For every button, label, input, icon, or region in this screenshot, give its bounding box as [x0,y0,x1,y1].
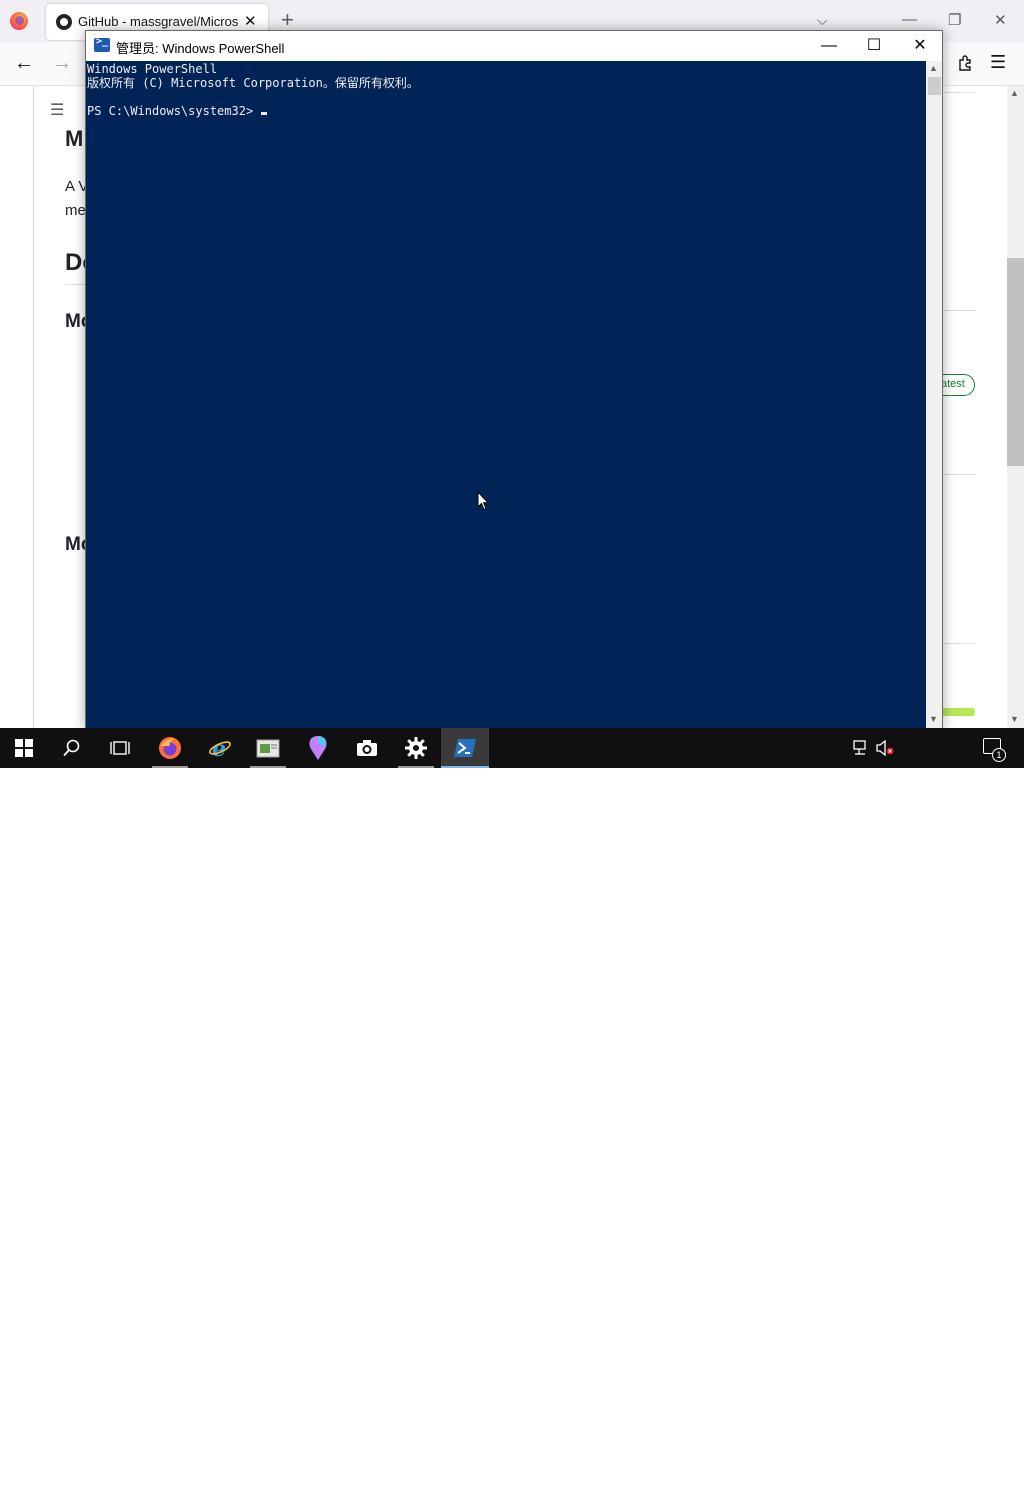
powershell-icon [454,739,476,757]
taskbar-camera[interactable] [343,728,391,768]
clock-date: 2023/5/5 [911,1477,959,1491]
powershell-close-button[interactable]: ✕ [897,34,943,58]
browser-close-button[interactable]: ✕ [994,11,1007,29]
console-line: Windows PowerShell [87,62,218,76]
tab-title: GitHub - massgravel/Microsoft-Activation… [78,14,238,29]
readme-paragraph-line-2: me [65,202,86,219]
taskbar-firefox[interactable] [146,728,194,768]
start-button[interactable] [0,728,48,768]
powershell-icon [94,36,110,52]
language-bar [942,708,975,716]
search-icon [63,739,80,757]
windows-taskbar: e 11:46 2023/5/5 [0,728,1024,1491]
powershell-scrollbar[interactable] [926,61,942,728]
extensions-icon[interactable] [956,54,974,72]
powershell-minimize-button[interactable]: — [806,34,852,58]
system-clock[interactable]: 11:46 2023/5/5 [905,1459,965,1493]
table-of-contents-icon[interactable]: ☰ [50,100,64,120]
search-button[interactable] [48,728,96,768]
text-cursor [261,112,268,115]
console-prompt-line[interactable]: PS C:\Windows\system32> [87,104,268,118]
explorer-icon [256,739,280,758]
powershell-titlebar[interactable]: 管理员: Windows PowerShell — ☐ ✕ [86,31,942,61]
console-prompt: PS C:\Windows\system32> [87,104,261,118]
page-scroll-up-icon[interactable]: ▲ [1010,88,1019,98]
svg-text:e: e [212,736,226,760]
powershell-maximize-button[interactable]: ☐ [851,34,897,58]
task-view-icon [110,741,130,755]
gear-icon [405,737,427,759]
tab-close-icon[interactable]: ✕ [244,12,257,30]
sidebar-rule [944,92,976,93]
powershell-console[interactable]: Windows PowerShell 版权所有 (C) Microsoft Co… [86,61,926,728]
powershell-scrollbar-thumb[interactable] [928,77,941,95]
console-line: 版权所有 (C) Microsoft Corporation。保留所有权利。 [87,76,419,90]
tab-list-chevron-icon[interactable]: ⌵ [817,12,828,29]
taskbar-paint-3d[interactable] [294,728,342,768]
menu-hamburger-icon[interactable]: ☰ [990,52,1006,73]
powershell-scroll-down-icon[interactable]: ▼ [929,714,938,724]
task-view-button[interactable] [96,728,144,768]
forward-arrow-icon[interactable]: → [52,52,72,75]
sidebar-rule [944,310,976,311]
network-icon[interactable] [853,740,871,756]
powershell-scroll-up-icon[interactable]: ▲ [929,63,938,73]
windows-logo-icon [15,739,33,757]
taskbar-powershell[interactable] [441,728,489,768]
mouse-pointer-icon [477,491,489,511]
notification-count-badge: 1 [992,748,1006,762]
firefox-icon [159,737,181,759]
page-scroll-down-icon[interactable]: ▼ [1010,714,1019,724]
taskbar-file-explorer[interactable] [244,728,292,768]
ie-icon: e [209,736,231,760]
heading-rule [64,284,86,285]
powershell-window-title: 管理员: Windows PowerShell [116,41,285,56]
page-divider [33,86,34,728]
browser-minimize-button[interactable]: — [902,11,917,28]
back-arrow-icon[interactable]: ← [14,52,34,75]
browser-restore-button[interactable]: ❐ [948,11,961,29]
firefox-logo-icon[interactable] [10,12,28,30]
new-tab-button[interactable]: + [281,8,294,32]
taskbar-internet-explorer[interactable]: e [196,728,244,768]
clock-time: 11:46 [920,1460,950,1474]
volume-muted-icon[interactable] [876,740,894,756]
sidebar-rule [944,643,976,644]
powershell-window[interactable]: 管理员: Windows PowerShell — ☐ ✕ Windows Po… [85,30,943,728]
github-icon [56,14,72,30]
readme-heading-partial: M [65,126,84,151]
camera-icon [357,740,377,756]
taskbar-settings[interactable] [392,728,440,768]
sidebar-rule [944,474,976,475]
paint-icon [309,736,327,760]
page-scrollbar-thumb[interactable] [1007,258,1024,466]
